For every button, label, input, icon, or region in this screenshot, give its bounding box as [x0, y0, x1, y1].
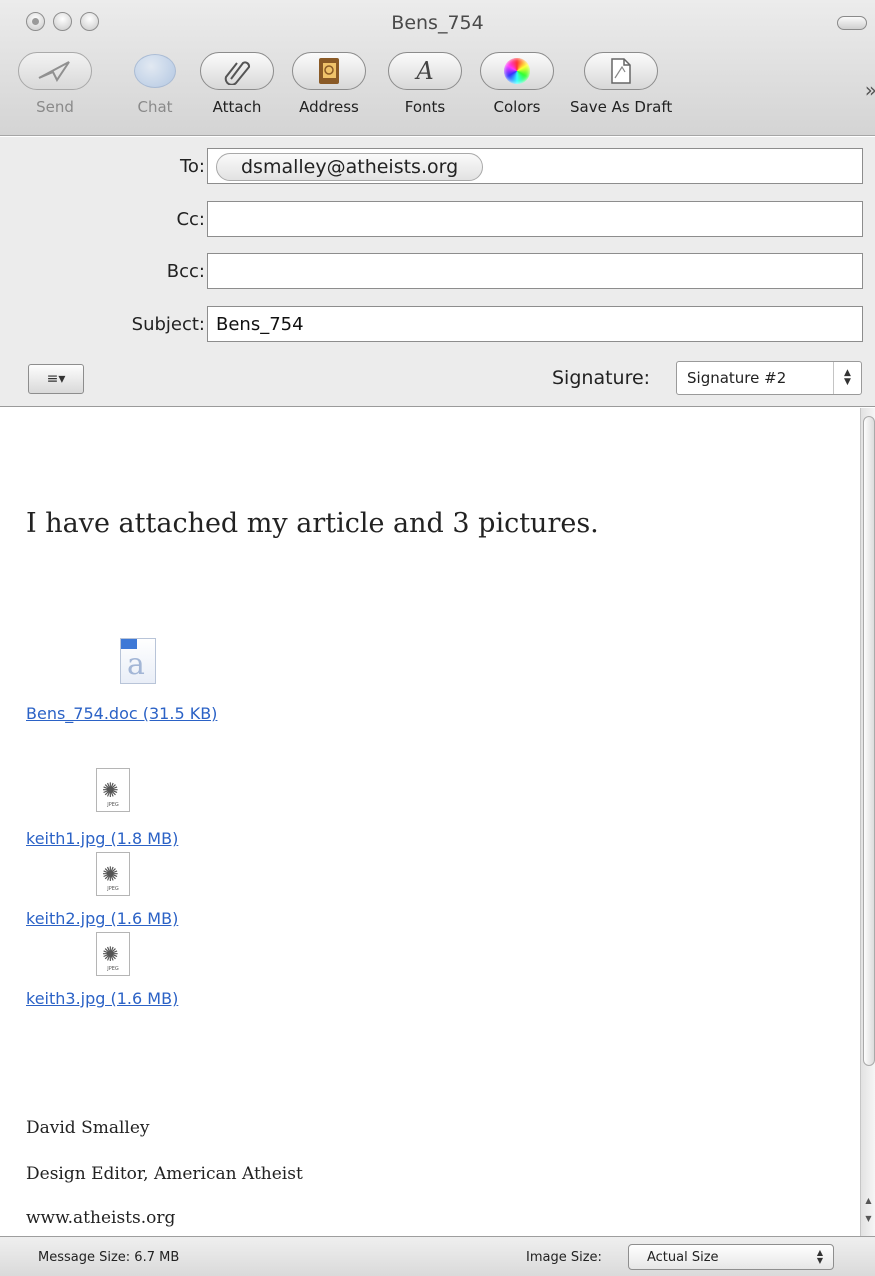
message-size: Message Size: 6.7 MB	[38, 1250, 180, 1265]
signature-select[interactable]: Signature #2 ▲ ▼	[676, 361, 862, 395]
signature-label: Signature:	[552, 367, 651, 389]
send-icon	[18, 52, 92, 90]
image-size-value: Actual Size	[647, 1250, 719, 1265]
bcc-label: Bcc:	[166, 261, 205, 282]
word-document-icon[interactable]: a	[120, 638, 156, 684]
fonts-button[interactable]: A Fonts	[388, 52, 462, 116]
subject-label: Subject:	[131, 314, 205, 335]
jpeg-file-icon[interactable]: ✺ JPEG	[96, 852, 130, 896]
message-headers: To: dsmalley@atheists.org Cc: Bcc: Subje…	[0, 137, 875, 407]
toolbar-overflow-chevron-icon[interactable]: »	[865, 78, 875, 102]
message-body[interactable]: I have attached my article and 3 picture…	[0, 408, 860, 1236]
cc-field[interactable]	[207, 201, 863, 237]
cc-row: Cc:	[0, 201, 875, 237]
save-as-draft-label: Save As Draft	[570, 98, 673, 116]
subject-field[interactable]: Bens_754	[207, 306, 863, 342]
cc-label: Cc:	[176, 209, 205, 230]
image-size-select[interactable]: Actual Size ▲ ▼	[628, 1244, 834, 1270]
signature-value: Signature #2	[687, 369, 787, 387]
paperclip-icon	[200, 52, 274, 90]
select-arrows-icon: ▲ ▼	[833, 362, 861, 394]
attachment-doc[interactable]: Bens_754.doc (31.5 KB)	[26, 704, 217, 723]
attachment-link[interactable]: keith3.jpg (1.6 MB)	[26, 989, 178, 1008]
title-toolbar: Bens_754 Send Chat Attach Address A Font…	[0, 0, 875, 136]
address-label: Address	[299, 98, 359, 116]
address-book-icon	[292, 52, 366, 90]
save-draft-icon	[584, 52, 659, 90]
toolbar-toggle-button[interactable]	[837, 16, 867, 30]
to-row: To: dsmalley@atheists.org	[0, 148, 875, 184]
jpeg-file-icon[interactable]: ✺ JPEG	[96, 932, 130, 976]
send-button[interactable]: Send	[18, 52, 92, 116]
chat-button[interactable]: Chat	[118, 52, 192, 116]
attach-button[interactable]: Attach	[200, 52, 274, 116]
attachment-jpg-2[interactable]: keith2.jpg (1.6 MB)	[26, 909, 178, 928]
scrollbar-thumb[interactable]	[863, 416, 875, 1066]
image-size-label: Image Size:	[526, 1250, 602, 1265]
chat-icon	[118, 52, 192, 90]
attachment-link[interactable]: Bens_754.doc (31.5 KB)	[26, 704, 217, 723]
body-scrollbar[interactable]: ▲ ▼	[860, 408, 875, 1236]
signature-title: Design Editor, American Atheist	[26, 1164, 303, 1184]
window-title: Bens_754	[391, 12, 484, 34]
subject-row: Subject: Bens_754	[0, 306, 875, 342]
status-bar: Message Size: 6.7 MB Image Size: Actual …	[0, 1236, 875, 1276]
attachment-link[interactable]: keith2.jpg (1.6 MB)	[26, 909, 178, 928]
jpeg-file-icon[interactable]: ✺ JPEG	[96, 768, 130, 812]
recipient-token[interactable]: dsmalley@atheists.org	[216, 153, 484, 181]
colors-button[interactable]: Colors	[480, 52, 554, 116]
scroll-up-icon[interactable]: ▲	[862, 1196, 875, 1210]
header-format-menu-button[interactable]: ≡▾	[28, 364, 84, 394]
save-as-draft-button[interactable]: Save As Draft	[570, 52, 672, 116]
select-arrows-icon: ▲ ▼	[816, 1248, 823, 1265]
signature-website: www.atheists.org	[26, 1208, 176, 1228]
bcc-row: Bcc:	[0, 253, 875, 289]
fonts-label: Fonts	[404, 98, 446, 116]
colors-label: Colors	[493, 98, 541, 116]
attachment-jpg-1[interactable]: keith1.jpg (1.8 MB)	[26, 829, 178, 848]
to-field[interactable]: dsmalley@atheists.org	[207, 148, 863, 184]
attach-label: Attach	[212, 98, 262, 116]
signature-name: David Smalley	[26, 1118, 150, 1138]
compose-window: Bens_754 Send Chat Attach Address A Font…	[0, 0, 875, 1276]
color-wheel-icon	[480, 52, 554, 90]
bcc-field[interactable]	[207, 253, 863, 289]
attachment-jpg-3[interactable]: keith3.jpg (1.6 MB)	[26, 989, 178, 1008]
attachment-link[interactable]: keith1.jpg (1.8 MB)	[26, 829, 178, 848]
send-label: Send	[36, 98, 74, 116]
message-text: I have attached my article and 3 picture…	[26, 508, 599, 539]
chat-label: Chat	[137, 98, 173, 116]
address-button[interactable]: Address	[292, 52, 366, 116]
scroll-down-icon[interactable]: ▼	[862, 1214, 875, 1228]
to-label: To:	[179, 156, 205, 177]
font-icon: A	[388, 52, 462, 90]
